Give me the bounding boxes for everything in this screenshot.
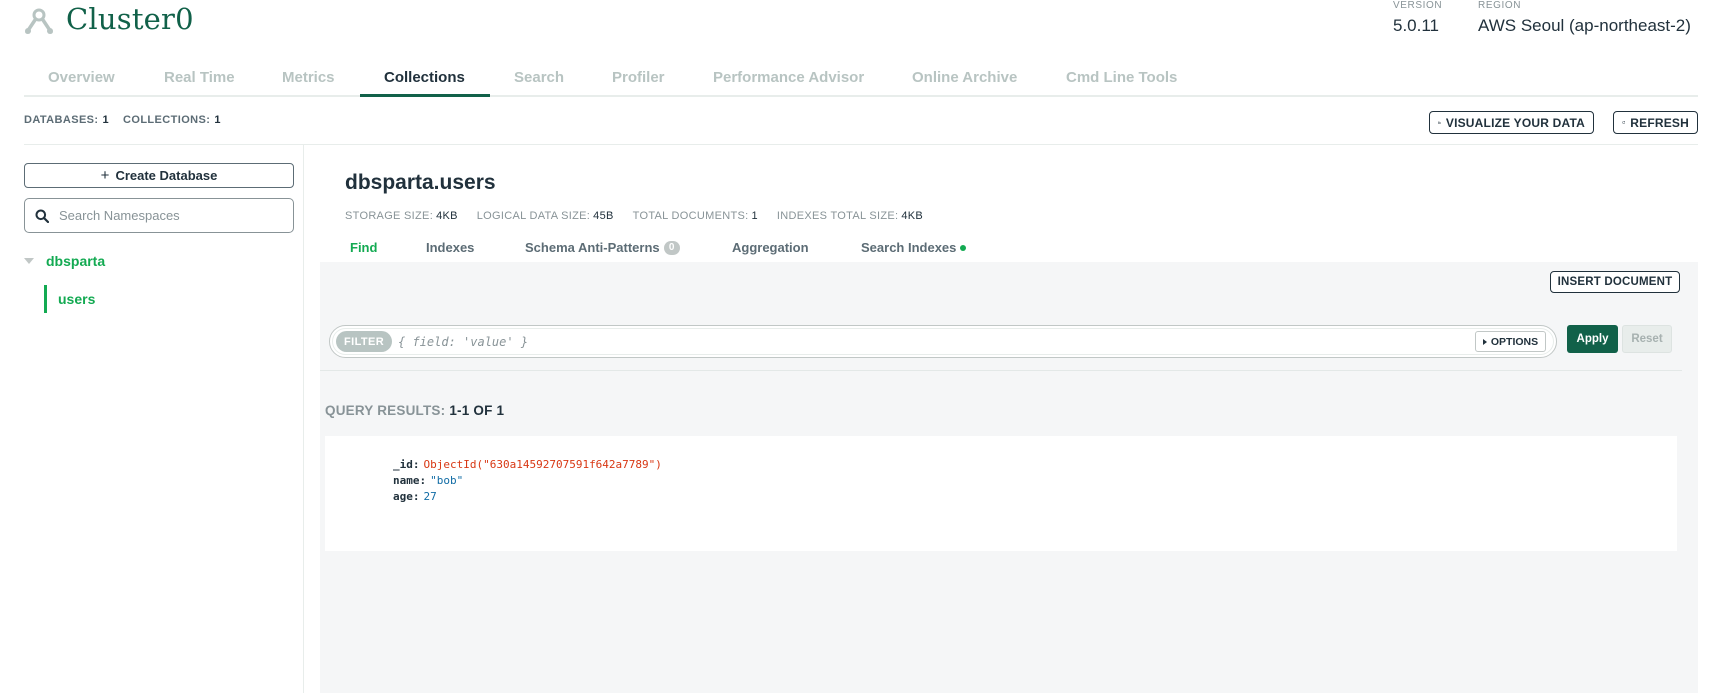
total-documents-value: 1 — [751, 210, 758, 222]
tab-collections[interactable]: Collections — [384, 69, 465, 86]
sidebar-item-collection[interactable]: users — [44, 285, 95, 313]
subtab-indexes[interactable]: Indexes — [426, 240, 474, 255]
subtab-schema-label: Schema Anti-Patterns — [525, 240, 660, 255]
region-label: REGION — [1478, 0, 1522, 11]
collection-name: users — [58, 291, 96, 307]
namespace-search — [24, 198, 294, 233]
cluster-icon — [25, 8, 53, 34]
version-value: 5.0.11 — [1393, 16, 1440, 35]
tab-cmd-line-tools[interactable]: Cmd Line Tools — [1066, 69, 1177, 86]
tab-profiler[interactable]: Profiler — [612, 69, 665, 86]
options-label: OPTIONS — [1490, 335, 1539, 348]
caret-down-icon — [24, 258, 34, 264]
field-key: _id: — [393, 458, 420, 471]
panel-divider — [320, 370, 1682, 371]
status-dot-icon — [960, 244, 967, 251]
tab-online-archive[interactable]: Online Archive — [912, 69, 1017, 86]
header: Cluster0 VERSION 5.0.11 REGION AWS Seoul… — [0, 0, 1722, 97]
caret-right-icon — [1482, 338, 1487, 345]
document-field-age: age: 27 — [393, 489, 662, 505]
create-database-label: Create Database — [115, 168, 218, 183]
subtab-schema-anti-patterns[interactable]: Schema Anti-Patterns 0 — [525, 240, 680, 255]
sidebar-divider — [303, 145, 304, 693]
tab-overview[interactable]: Overview — [48, 69, 115, 86]
query-results-label: QUERY RESULTS: — [325, 403, 446, 418]
tab-search[interactable]: Search — [514, 69, 564, 86]
field-value: "bob" — [430, 474, 464, 487]
plus-icon: + — [100, 167, 110, 184]
field-key: name: — [393, 474, 427, 487]
schema-count-badge: 0 — [663, 240, 680, 255]
document-card[interactable]: _id: ObjectId("630a14592707591f642a7789"… — [325, 436, 1677, 551]
database-name: dbsparta — [46, 253, 106, 269]
document-field-name: name: "bob" — [393, 473, 662, 489]
namespace-title: dbsparta.users — [345, 171, 496, 194]
namespace-stats: STORAGE SIZE: 4KB LOGICAL DATA SIZE: 45B TOT… — [345, 210, 942, 222]
subtab-find-label: Find — [350, 240, 378, 255]
subtab-aggregation[interactable]: Aggregation — [732, 240, 809, 255]
subtab-indexes-label: Indexes — [426, 240, 475, 255]
refresh-icon — [1622, 121, 1626, 124]
field-key: age: — [393, 490, 420, 503]
tab-performance-advisor[interactable]: Performance Advisor — [713, 69, 864, 86]
field-value: ObjectId("630a14592707591f642a7789") — [423, 458, 662, 471]
refresh-label: REFRESH — [1630, 115, 1689, 130]
query-results-count: 1-1 OF 1 — [449, 403, 505, 418]
refresh-button[interactable]: REFRESH — [1613, 111, 1698, 134]
query-results: QUERY RESULTS: 1-1 OF 1 — [325, 403, 504, 418]
summary-bar: DATABASES: 1 COLLECTIONS: 1 — [24, 114, 235, 126]
version-info: VERSION 5.0.11 — [1393, 0, 1442, 36]
filter-input[interactable] — [398, 332, 1398, 351]
indexes-size-label: INDEXES TOTAL SIZE: — [776, 210, 899, 222]
subtab-search-indexes-label: Search Indexes — [861, 240, 957, 255]
field-value: 27 — [423, 490, 437, 503]
visualize-data-label: VISUALIZE YOUR DATA — [1445, 115, 1585, 130]
subtab-search-indexes[interactable]: Search Indexes — [861, 240, 967, 255]
subtab-aggregation-label: Aggregation — [732, 240, 809, 255]
collections-count: 1 — [214, 114, 221, 126]
document-field-id: _id: ObjectId("630a14592707591f642a7789"… — [393, 457, 662, 473]
search-icon — [35, 209, 49, 223]
logical-size-value: 45B — [593, 210, 614, 222]
filter-bar: FILTER OPTIONS — [329, 325, 1557, 358]
collections-label: COLLECTIONS: — [123, 114, 211, 126]
tab-real-time[interactable]: Real Time — [164, 69, 235, 86]
total-documents-label: TOTAL DOCUMENTS: — [632, 210, 749, 222]
sidebar-item-database[interactable]: dbsparta — [24, 253, 105, 269]
document-fields: _id: ObjectId("630a14592707591f642a7789"… — [393, 457, 662, 505]
logical-size-label: LOGICAL DATA SIZE: — [476, 210, 591, 222]
storage-size-value: 4KB — [436, 210, 458, 222]
region-value: AWS Seoul (ap-northeast-2) — [1478, 16, 1691, 35]
summary-divider — [24, 144, 1698, 145]
databases-label: DATABASES: — [24, 114, 99, 126]
cluster-nav: Overview Real Time Metrics Collections S… — [24, 63, 1698, 97]
filter-label: FILTER — [336, 331, 393, 352]
visualize-data-button[interactable]: VISUALIZE YOUR DATA — [1429, 111, 1594, 134]
insert-document-button[interactable]: INSERT DOCUMENT — [1550, 271, 1680, 293]
version-label: VERSION — [1393, 0, 1443, 11]
apply-button[interactable]: Apply — [1567, 325, 1618, 353]
create-database-button[interactable]: + Create Database — [24, 163, 294, 188]
tab-metrics[interactable]: Metrics — [282, 69, 335, 86]
region-info: REGION AWS Seoul (ap-northeast-2) — [1478, 0, 1691, 36]
cluster-title: Cluster0 — [66, 2, 194, 36]
indexes-size-value: 4KB — [901, 210, 924, 222]
reset-button[interactable]: Reset — [1622, 325, 1672, 353]
databases-count: 1 — [102, 114, 110, 126]
search-namespaces-input[interactable] — [59, 208, 279, 223]
active-tab-underline — [360, 94, 490, 97]
options-button[interactable]: OPTIONS — [1475, 331, 1546, 352]
bar-chart-icon — [1438, 121, 1441, 124]
storage-size-label: STORAGE SIZE: — [345, 210, 434, 222]
subtab-find[interactable]: Find — [350, 240, 377, 255]
